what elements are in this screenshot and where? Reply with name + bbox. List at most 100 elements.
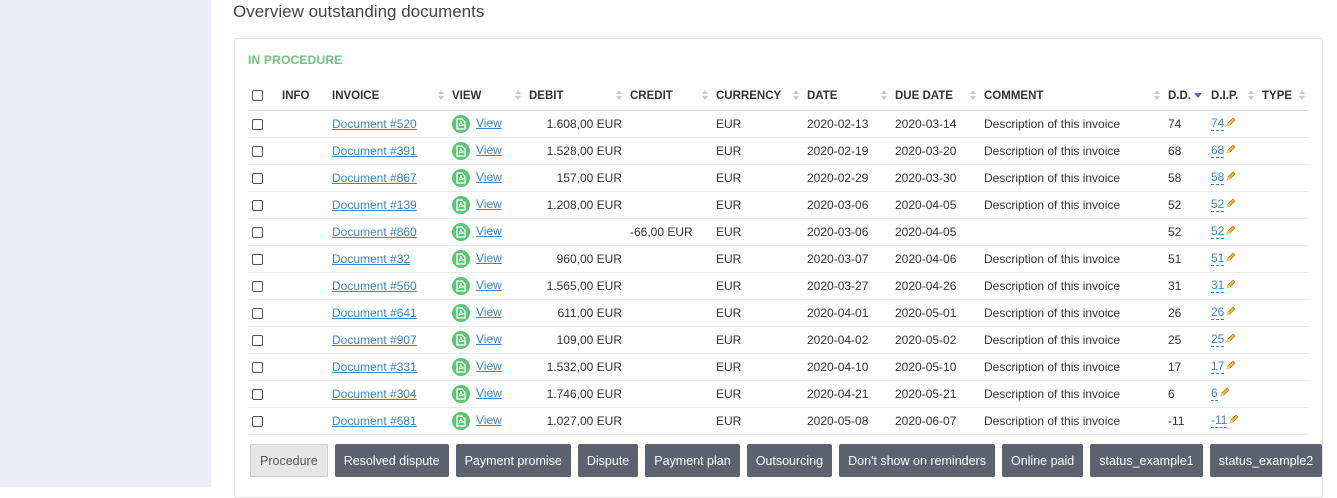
row-checkbox[interactable] <box>252 307 263 319</box>
sort-arrows-icon[interactable] <box>793 90 800 102</box>
status-button[interactable]: Procedure <box>250 444 328 477</box>
pencil-icon[interactable] <box>1225 225 1236 239</box>
invoice-link[interactable]: Document #32 <box>332 252 410 266</box>
pdf-icon[interactable] <box>452 168 470 187</box>
dip-edit-link[interactable]: 52 <box>1211 224 1225 240</box>
sort-arrows-icon[interactable] <box>1154 90 1161 102</box>
row-checkbox[interactable] <box>252 118 263 130</box>
pdf-icon[interactable] <box>452 222 470 241</box>
invoice-link[interactable]: Document #641 <box>332 306 417 320</box>
row-checkbox[interactable] <box>252 334 263 346</box>
view-link[interactable]: View <box>476 332 502 346</box>
dip-edit-link[interactable]: 17 <box>1211 359 1225 375</box>
row-checkbox[interactable] <box>252 388 263 400</box>
row-checkbox[interactable] <box>252 253 263 265</box>
view-link[interactable]: View <box>476 251 502 265</box>
dip-edit-link[interactable]: 25 <box>1211 332 1225 348</box>
column-header-date[interactable]: DATE <box>803 82 891 111</box>
status-button[interactable]: Outsourcing <box>746 444 833 477</box>
column-header-type[interactable]: TYPE <box>1258 82 1309 111</box>
sort-arrows-icon[interactable] <box>702 90 709 102</box>
invoice-link[interactable]: Document #860 <box>332 225 417 239</box>
dip-edit-link[interactable]: 74 <box>1211 116 1225 132</box>
column-header-dd[interactable]: D.D. <box>1164 82 1207 111</box>
pencil-icon[interactable] <box>1225 360 1236 374</box>
pdf-icon[interactable] <box>452 357 470 376</box>
column-header-invoice[interactable]: INVOICE <box>328 82 448 111</box>
view-link[interactable]: View <box>476 305 502 319</box>
column-header-comment[interactable]: COMMENT <box>980 82 1164 111</box>
pencil-icon[interactable] <box>1225 171 1236 185</box>
invoice-link[interactable]: Document #867 <box>332 171 417 185</box>
status-button[interactable]: Dispute <box>577 444 639 477</box>
sort-arrows-icon[interactable] <box>881 90 888 102</box>
row-checkbox[interactable] <box>252 226 263 238</box>
pencil-icon[interactable] <box>1225 198 1236 212</box>
dip-edit-link[interactable]: 6 <box>1211 386 1218 402</box>
dip-edit-link[interactable]: 68 <box>1211 143 1225 159</box>
column-header-due-date[interactable]: DUE DATE <box>891 82 980 111</box>
invoice-link[interactable]: Document #139 <box>332 198 417 212</box>
pencil-icon[interactable] <box>1225 279 1236 293</box>
pdf-icon[interactable] <box>452 276 470 295</box>
pdf-icon[interactable] <box>452 303 470 322</box>
dip-edit-link[interactable]: -11 <box>1211 413 1228 429</box>
sort-arrows-icon[interactable] <box>515 90 522 102</box>
column-header-dip[interactable]: D.I.P. <box>1207 82 1258 111</box>
pencil-icon[interactable] <box>1228 414 1239 428</box>
status-button[interactable]: status_example1 <box>1090 444 1203 477</box>
dip-edit-link[interactable]: 31 <box>1211 278 1225 294</box>
sort-arrows-icon[interactable] <box>970 90 977 102</box>
pdf-icon[interactable] <box>452 195 470 214</box>
invoice-link[interactable]: Document #331 <box>332 360 417 374</box>
pencil-icon[interactable] <box>1225 333 1236 347</box>
pencil-icon[interactable] <box>1225 306 1236 320</box>
pdf-icon[interactable] <box>452 384 470 403</box>
pdf-icon[interactable] <box>452 249 470 268</box>
invoice-link[interactable]: Document #560 <box>332 279 417 293</box>
dip-edit-link[interactable]: 51 <box>1211 251 1225 267</box>
view-link[interactable]: View <box>476 386 502 400</box>
pencil-icon[interactable] <box>1225 252 1236 266</box>
status-button[interactable]: Online paid <box>1001 444 1084 477</box>
row-checkbox[interactable] <box>252 145 263 157</box>
pencil-icon[interactable] <box>1225 144 1236 158</box>
column-header-credit[interactable]: CREDIT <box>626 82 712 111</box>
pencil-icon[interactable] <box>1219 387 1230 401</box>
view-link[interactable]: View <box>476 170 502 184</box>
view-link[interactable]: View <box>476 278 502 292</box>
row-checkbox[interactable] <box>252 199 263 211</box>
column-header-debit[interactable]: DEBIT <box>525 82 626 111</box>
view-link[interactable]: View <box>476 359 502 373</box>
view-link[interactable]: View <box>476 224 502 238</box>
pdf-icon[interactable] <box>452 114 470 133</box>
pencil-icon[interactable] <box>1225 117 1236 131</box>
pdf-icon[interactable] <box>452 141 470 160</box>
select-all-checkbox[interactable] <box>252 90 263 102</box>
status-button[interactable]: status_example2 <box>1209 444 1323 477</box>
status-button[interactable]: Resolved dispute <box>334 444 449 477</box>
status-button[interactable]: Don't show on reminders <box>839 444 995 477</box>
status-button[interactable]: Payment plan <box>645 444 740 477</box>
row-checkbox[interactable] <box>252 280 263 292</box>
dip-edit-link[interactable]: 52 <box>1211 197 1225 213</box>
dip-edit-link[interactable]: 26 <box>1211 305 1225 321</box>
sort-desc-icon[interactable] <box>1194 93 1202 99</box>
sort-arrows-icon[interactable] <box>1299 90 1306 102</box>
pdf-icon[interactable] <box>452 411 470 430</box>
row-checkbox[interactable] <box>252 172 263 184</box>
status-button[interactable]: Payment promise <box>455 444 571 477</box>
sort-arrows-icon[interactable] <box>438 90 445 102</box>
invoice-link[interactable]: Document #391 <box>332 144 417 158</box>
view-link[interactable]: View <box>476 413 502 427</box>
invoice-link[interactable]: Document #520 <box>332 117 417 131</box>
view-link[interactable]: View <box>476 116 502 130</box>
invoice-link[interactable]: Document #907 <box>332 333 417 347</box>
dip-edit-link[interactable]: 58 <box>1211 170 1225 186</box>
view-link[interactable]: View <box>476 143 502 157</box>
invoice-link[interactable]: Document #304 <box>332 387 417 401</box>
row-checkbox[interactable] <box>252 361 263 373</box>
view-link[interactable]: View <box>476 197 502 211</box>
row-checkbox[interactable] <box>252 415 263 427</box>
invoice-link[interactable]: Document #681 <box>332 414 417 428</box>
